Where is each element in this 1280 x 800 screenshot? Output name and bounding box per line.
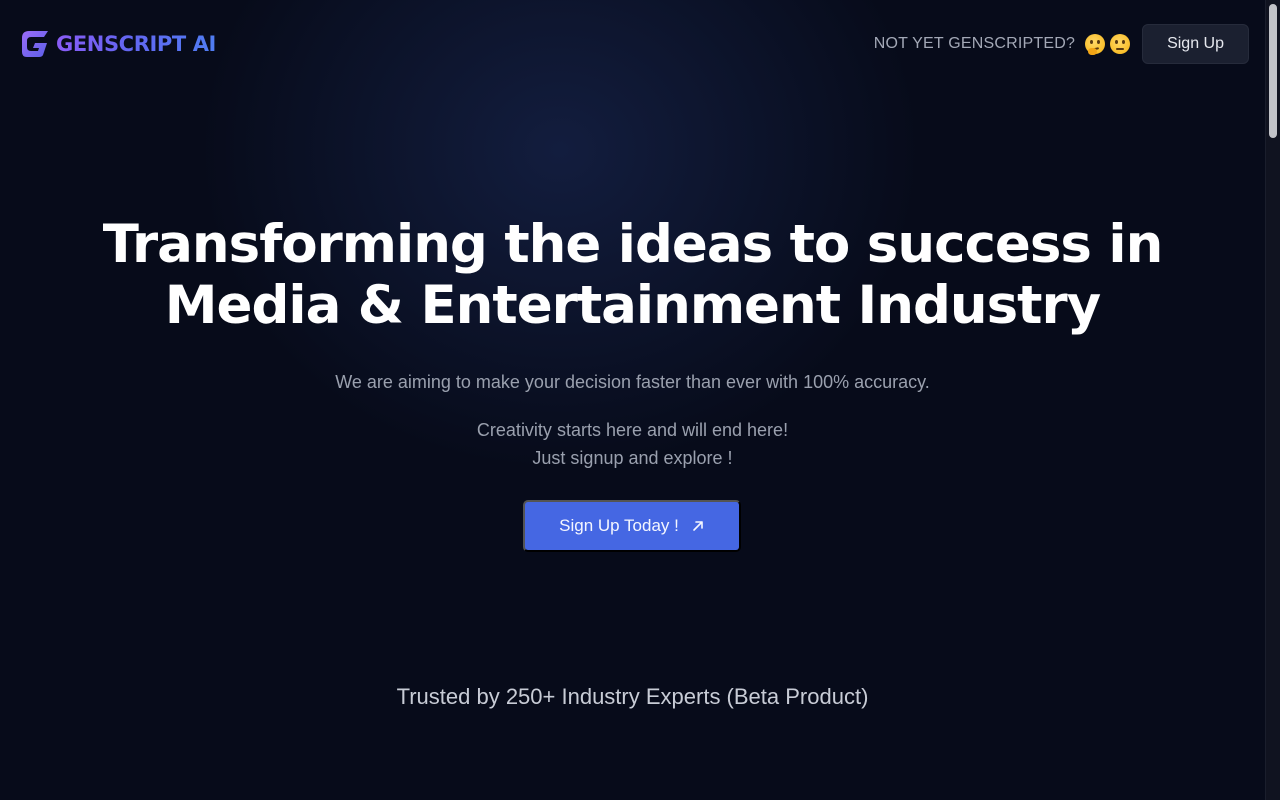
tagline-line-1: Creativity starts here and will end here… bbox=[476, 420, 789, 440]
hero-subtitle: We are aiming to make your decision fast… bbox=[335, 372, 930, 392]
landing-page: GENSCRIPT AI NOT YET GENSCRIPTED? Sign U… bbox=[0, 0, 1280, 800]
trusted-by-text: Trusted by 250+ Industry Experts (Beta P… bbox=[396, 684, 869, 709]
not-yet-prompt: NOT YET GENSCRIPTED? bbox=[873, 35, 1076, 52]
hero-title-line-2: Media & Entertainment Industry bbox=[164, 275, 1101, 336]
brand-name: GENSCRIPT AI bbox=[56, 32, 216, 56]
thinking-face-icon bbox=[1085, 34, 1106, 55]
scrollbar-thumb[interactable] bbox=[1269, 4, 1277, 138]
face-with-raised-eyebrow-icon bbox=[1110, 34, 1131, 54]
sign-up-button[interactable]: Sign Up bbox=[1142, 24, 1249, 64]
arrow-up-right-icon bbox=[693, 521, 703, 531]
hero-tagline: Creativity starts here and will end here… bbox=[0, 416, 1265, 472]
sign-up-today-button[interactable]: Sign Up Today ! bbox=[523, 500, 741, 552]
hero-title-line-1: Transforming the ideas to success in bbox=[102, 214, 1164, 275]
header-actions: NOT YET GENSCRIPTED? Sign Up bbox=[874, 24, 1249, 64]
top-nav: GENSCRIPT AI NOT YET GENSCRIPTED? Sign U… bbox=[0, 0, 1265, 88]
cta-label: Sign Up Today ! bbox=[559, 516, 679, 535]
brand-logo[interactable]: GENSCRIPT AI bbox=[20, 28, 216, 60]
emoji-group bbox=[1085, 34, 1131, 55]
genscript-logo-icon bbox=[22, 31, 48, 57]
page-scrollbar[interactable] bbox=[1265, 0, 1280, 800]
tagline-line-2: Just signup and explore ! bbox=[532, 448, 733, 468]
hero-title: Transforming the ideas to success in Med… bbox=[0, 214, 1265, 336]
